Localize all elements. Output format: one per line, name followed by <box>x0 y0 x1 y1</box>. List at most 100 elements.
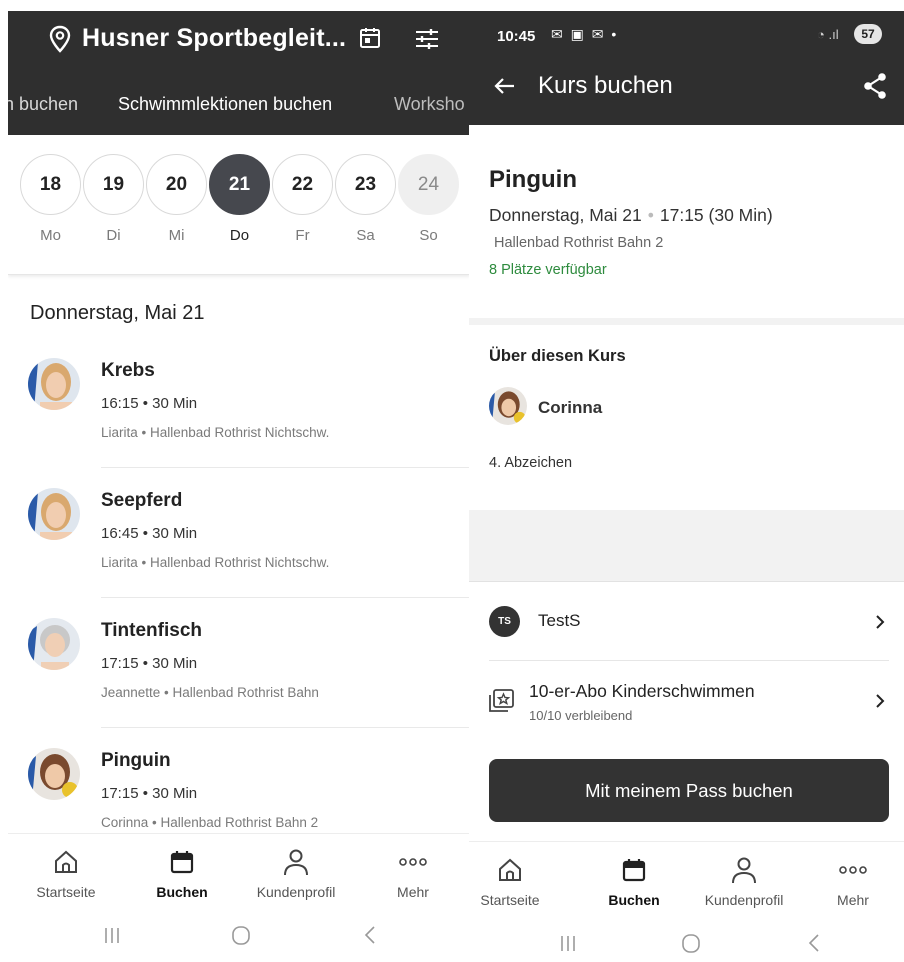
class-time: 17:15 • 30 Min <box>101 785 198 802</box>
nav-label: Buchen <box>156 884 208 900</box>
recent-apps-icon[interactable] <box>97 920 127 950</box>
instructor-avatar <box>28 358 80 410</box>
class-time: 16:45 • 30 Min <box>101 525 198 542</box>
battery-indicator: 57 <box>854 24 882 44</box>
day-21-selected[interactable]: 21 Do <box>208 154 271 244</box>
day-20[interactable]: 20 Mi <box>145 154 208 244</box>
signal-icon: ◔ .ıl <box>817 27 839 42</box>
calendar-icon <box>622 859 646 882</box>
class-location: Corinna • Hallenbad Rothrist Bahn 2 <box>101 815 319 830</box>
book-with-pass-button[interactable]: Mit meinem Pass buchen <box>489 759 889 822</box>
day-picker: 18 Mo 19 Di 20 Mi 21 Do 22 Fr 23 Sa 24 S… <box>8 135 470 275</box>
system-nav-bar <box>8 908 470 962</box>
day-number: 19 <box>83 154 144 215</box>
pass-card-icon <box>489 689 514 712</box>
back-button-icon[interactable] <box>800 928 830 958</box>
class-time: 16:15 • 30 Min <box>101 395 198 412</box>
filter-icon[interactable] <box>414 26 440 52</box>
person-icon <box>284 849 308 876</box>
share-icon[interactable] <box>862 72 888 100</box>
status-time: 10:45 <box>497 28 536 45</box>
section-gap <box>469 510 904 582</box>
day-19[interactable]: 19 Di <box>82 154 145 244</box>
nav-label: Mehr <box>397 884 429 900</box>
calendar-icon <box>170 851 194 874</box>
instructor-name[interactable]: Corinna <box>538 398 602 418</box>
class-item-seepferd[interactable]: Seepferd 16:45 • 30 Min Liarita • Hallen… <box>8 468 470 598</box>
weekday-label: Di <box>106 227 121 244</box>
studio-title[interactable]: Husner Sportbegleit... <box>82 24 346 53</box>
nav-startseite[interactable]: Startseite <box>469 854 560 908</box>
nav-label: Kundenprofil <box>704 892 784 908</box>
nav-buchen[interactable]: Buchen <box>584 854 684 908</box>
day-24[interactable]: 24 So <box>397 154 460 244</box>
weekday-label: Do <box>229 227 250 244</box>
pass-selector-row[interactable]: 10-er-Abo Kinderschwimmen 10/10 verbleib… <box>469 661 904 741</box>
class-location: Liarita • Hallenbad Rothrist Nichtschw. <box>101 555 330 570</box>
course-date: Donnerstag, Mai 21 <box>489 205 642 225</box>
tab-buchen[interactable]: n buchen <box>8 94 78 115</box>
calendar-icon[interactable] <box>358 26 382 50</box>
page-title: Kurs buchen <box>538 72 673 99</box>
tab-schwimmlektionen[interactable]: Schwimmlektionen buchen <box>118 94 332 115</box>
date-heading: Donnerstag, Mai 21 <box>30 302 205 324</box>
user-selector-row[interactable]: TS TestS <box>469 582 904 660</box>
nav-label: Mehr <box>837 892 869 908</box>
user-initials-badge: TS <box>489 606 520 637</box>
instructor-avatar <box>28 748 80 800</box>
availability-text: 8 Plätze verfügbar <box>489 262 607 278</box>
nav-buchen[interactable]: Buchen <box>132 846 232 900</box>
right-app-header: Kurs buchen <box>469 55 904 125</box>
nav-label: Buchen <box>608 892 660 908</box>
class-item-krebs[interactable]: Krebs 16:15 • 30 Min Liarita • Hallenbad… <box>8 338 470 468</box>
instructor-avatar <box>28 618 80 670</box>
nav-mehr[interactable]: Mehr <box>363 846 463 900</box>
class-name: Tintenfisch <box>101 620 202 641</box>
notification-icons: ✉ ▣ ✉ • <box>551 26 619 42</box>
nav-kundenprofil[interactable]: Kundenprofil <box>694 854 794 908</box>
day-number: 24 <box>398 154 459 215</box>
day-number: 21 <box>209 154 270 215</box>
pass-remaining: 10/10 verbleibend <box>529 708 633 723</box>
right-screen: 10:45 ✉ ▣ ✉ • ◔ .ıl 57 Kurs buchen Pingu… <box>469 0 904 962</box>
course-name: Pinguin <box>489 166 577 193</box>
nav-mehr[interactable]: Mehr <box>803 854 903 908</box>
section-gap <box>469 318 904 325</box>
category-tabs: n buchen Schwimmlektionen buchen Worksho <box>8 66 470 135</box>
bottom-nav: Startseite Buchen Kundenprofil Mehr <box>8 833 470 908</box>
person-icon <box>732 857 756 884</box>
weekday-label: Mo <box>40 227 61 244</box>
weekday-label: Sa <box>356 227 375 244</box>
weekday-label: Mi <box>168 227 185 244</box>
class-item-tintenfisch[interactable]: Tintenfisch 17:15 • 30 Min Jeannette • H… <box>8 598 470 728</box>
system-nav-bar <box>469 916 904 962</box>
left-screen: Husner Sportbegleit... n buchen Schwimml… <box>8 0 470 962</box>
home-button-icon[interactable] <box>676 928 706 958</box>
day-22[interactable]: 22 Fr <box>271 154 334 244</box>
recent-apps-icon[interactable] <box>553 928 583 958</box>
home-icon <box>55 850 77 873</box>
nav-label: Startseite <box>480 892 540 908</box>
pass-name: 10-er-Abo Kinderschwimmen <box>529 681 755 701</box>
day-number: 20 <box>146 154 207 215</box>
class-time: 17:15 • 30 Min <box>101 655 198 672</box>
home-button-icon[interactable] <box>226 920 256 950</box>
chevron-right-icon <box>876 615 885 629</box>
day-number: 23 <box>335 154 396 215</box>
instructor-avatar[interactable] <box>489 387 527 425</box>
tab-workshops[interactable]: Worksho <box>394 94 465 115</box>
course-time: 17:15 (30 Min) <box>659 205 773 225</box>
day-23[interactable]: 23 Sa <box>334 154 397 244</box>
nav-kundenprofil[interactable]: Kundenprofil <box>246 846 346 900</box>
about-heading: Über diesen Kurs <box>489 347 626 365</box>
about-course-section: Über diesen Kurs Corinna 4. Abzeichen <box>469 325 904 510</box>
course-description: 4. Abzeichen <box>489 455 573 471</box>
weekday-label: Fr <box>295 227 310 244</box>
back-button-icon[interactable] <box>356 920 386 950</box>
instructor-avatar <box>28 488 80 540</box>
bottom-nav: Startseite Buchen Kundenprofil Mehr <box>469 841 904 916</box>
back-arrow-icon[interactable] <box>493 74 517 98</box>
nav-startseite[interactable]: Startseite <box>16 846 116 900</box>
day-18[interactable]: 18 Mo <box>19 154 82 244</box>
status-bar: 10:45 ✉ ▣ ✉ • ◔ .ıl 57 <box>469 11 904 55</box>
